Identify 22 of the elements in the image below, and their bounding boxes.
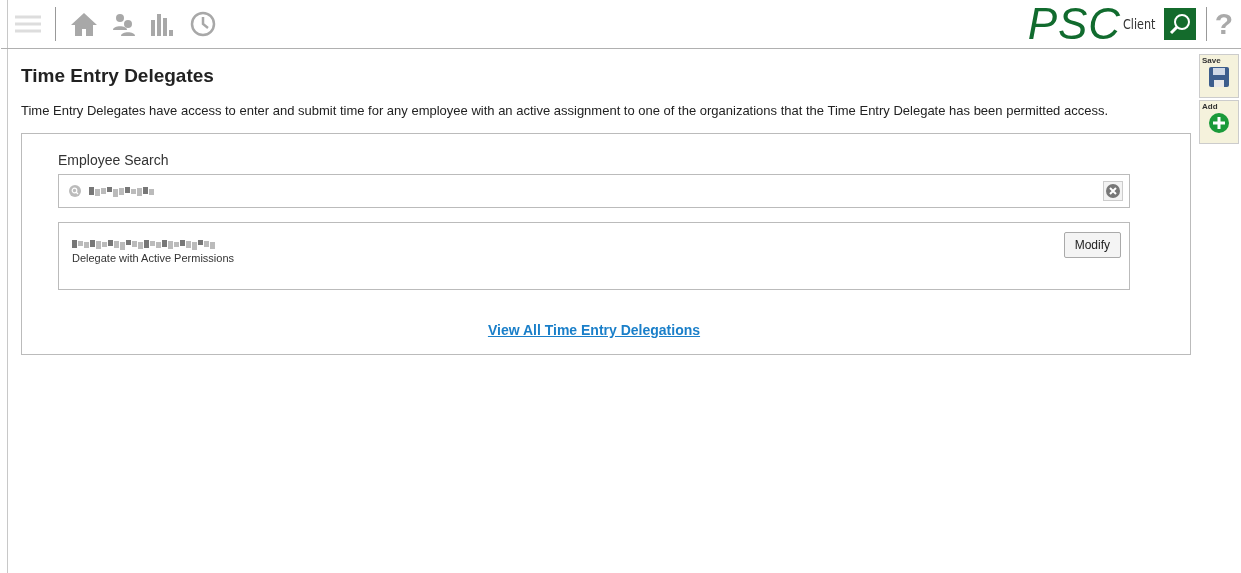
view-all-link[interactable]: View All Time Entry Delegations [487, 322, 701, 338]
brand-logo: PSC [1027, 2, 1122, 46]
plus-icon [1208, 112, 1230, 134]
obscured-text [89, 185, 155, 197]
search-field[interactable] [58, 174, 1130, 208]
clock-icon[interactable] [190, 11, 216, 37]
clear-icon[interactable] [1103, 181, 1123, 201]
search-icon [1167, 12, 1192, 36]
save-tool-button[interactable]: Save [1199, 54, 1239, 98]
page-title: Time Entry Delegates [21, 65, 215, 87]
users-icon[interactable] [112, 12, 136, 36]
bar-chart-icon[interactable] [150, 12, 176, 36]
page-description: Time Entry Delegates have access to enter and submit time for any employee with an active assignment to one of the organizations that the Time Entry Delegate has been permitted access. [21, 103, 1110, 119]
delegate-status: Delegate with Active Permissions [72, 252, 234, 264]
search-icon [69, 185, 81, 197]
menu-icon[interactable] [15, 15, 41, 33]
brand-subtitle: Client [1123, 16, 1156, 32]
add-tool-button[interactable]: Add [1199, 100, 1239, 144]
home-icon[interactable] [70, 11, 98, 37]
modify-button[interactable]: Modify [1063, 232, 1121, 258]
field-label: Employee Search [58, 152, 170, 168]
search-button[interactable] [1163, 8, 1196, 40]
